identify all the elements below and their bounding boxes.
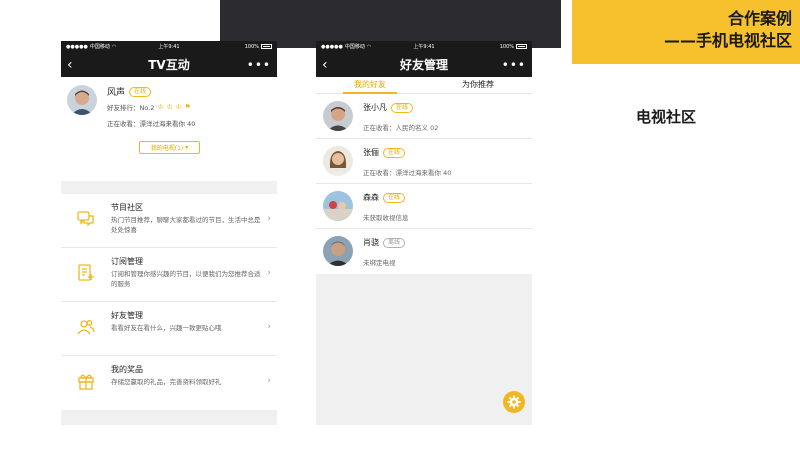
- settings-button[interactable]: [503, 391, 525, 413]
- friend-name: 森森: [363, 193, 379, 202]
- trophy-icon: ♔: [157, 102, 164, 111]
- menu-item-title: 好友管理: [111, 311, 143, 320]
- menu-item-program-community[interactable]: 节目社区 热门节目推荐，聊聊大家都看过的节目，生活中总是处处惊喜 ›: [61, 194, 277, 248]
- more-icon[interactable]: •••: [502, 58, 526, 72]
- friend-name-row: 森森 在线: [363, 192, 406, 203]
- friend-watching: 未获取收视信息: [363, 214, 409, 222]
- trophy-icon: ♔: [166, 102, 173, 111]
- menu-item-desc: 热门节目推荐，聊聊大家都看过的节目，生活中总是处处惊喜: [111, 216, 261, 234]
- menu-item-title: 订阅管理: [111, 257, 143, 266]
- friend-watching: 正在收看：漂洋过海来看你 40: [363, 169, 452, 177]
- menu-item-my-prizes[interactable]: 我的奖品 存储您赢取的礼品，完善资料领取好礼 ›: [61, 356, 277, 410]
- slide-title-line1: 合作案例: [727, 9, 792, 28]
- friend-rank-label: 好友排行：No.2: [107, 104, 155, 112]
- chevron-right-icon: ›: [267, 214, 271, 224]
- profile-card: 风声 在线 好友排行：No.2 ♔ ♔ ♔ ⚑ 正在收看：漂洋过海来看你 40 …: [61, 77, 277, 181]
- friend-name: 张俪: [363, 148, 379, 157]
- battery-icon: [261, 44, 272, 49]
- avatar: [323, 101, 353, 131]
- phone-friend-management: ●●●●● 中国移动 ◠ 上午9:41 100% ‹ 好友管理 ••• 我的好友…: [316, 41, 532, 425]
- clock-label: 上午9:41: [413, 44, 435, 50]
- list-item[interactable]: 张小凡 在线 正在收看：人民的名义 02: [316, 94, 532, 139]
- title-block: 合作案例 ——手机电视社区: [572, 0, 800, 64]
- gift-icon: [78, 374, 94, 390]
- status-bar: ●●●●● 中国移动 ◠ 上午9:41 100%: [61, 41, 277, 52]
- avatar: [323, 146, 353, 176]
- status-badge: 在线: [129, 86, 152, 97]
- friend-name: 肖骁: [363, 238, 379, 247]
- phone-tv-interaction: ●●●●● 中国移动 ◠ 上午9:41 100% ‹ TV互动 ••• 风声 在…: [61, 41, 277, 425]
- list-item[interactable]: 肖骁 离线 未绑定电视: [316, 229, 532, 274]
- feature-menu: 节目社区 热门节目推荐，聊聊大家都看过的节目，生活中总是处处惊喜 › 订阅管理 …: [61, 194, 277, 410]
- status-badge: 在线: [383, 192, 406, 203]
- profile-name-row: 风声 在线: [107, 85, 152, 98]
- subscribe-list-icon: [78, 264, 94, 281]
- nav-bar: ‹ TV互动 •••: [61, 52, 277, 77]
- status-bar: ●●●●● 中国移动 ◠ 上午9:41 100%: [316, 41, 532, 52]
- friends-icon: [77, 320, 95, 335]
- chevron-right-icon: ›: [267, 322, 271, 332]
- friend-rank-row: 好友排行：No.2 ♔ ♔ ♔ ⚑: [107, 102, 191, 112]
- tab-my-friends[interactable]: 我的好友: [316, 77, 424, 94]
- chevron-right-icon: ›: [267, 268, 271, 278]
- trophy-icon: ♔: [175, 102, 182, 111]
- slide-title-line2: ——手机电视社区: [663, 31, 792, 50]
- gear-icon: [507, 395, 521, 409]
- chat-bubbles-icon: [77, 211, 94, 227]
- status-badge: 在线: [391, 102, 414, 113]
- more-icon[interactable]: •••: [247, 58, 271, 72]
- profile-name: 风声: [107, 88, 126, 98]
- tab-bar: 我的好友 为你推荐: [316, 77, 532, 94]
- chevron-right-icon: ›: [267, 376, 271, 386]
- divider: [61, 181, 277, 194]
- menu-item-friend-management[interactable]: 好友管理 看看好友在看什么，兴趣一致更贴心哦 ›: [61, 302, 277, 356]
- friend-name-row: 肖骁 离线: [363, 237, 406, 248]
- my-tv-button-label: 我的电视(1): [150, 145, 184, 152]
- back-icon[interactable]: ‹: [322, 58, 328, 72]
- avatar: [323, 191, 353, 221]
- nav-title: 好友管理: [399, 58, 448, 72]
- menu-item-title: 我的奖品: [111, 365, 143, 374]
- status-badge: 离线: [383, 237, 406, 248]
- menu-item-subscription[interactable]: 订阅管理 订阅和管理你感兴趣的节目，以便我们为您推荐合适的服务 ›: [61, 248, 277, 302]
- menu-item-title: 节目社区: [111, 203, 143, 212]
- battery-icon: [516, 44, 527, 49]
- avatar[interactable]: [67, 85, 97, 115]
- slide-title: 合作案例 ——手机电视社区: [492, 8, 792, 52]
- menu-item-desc: 订阅和管理你感兴趣的节目，以便我们为您推荐合适的服务: [111, 270, 261, 288]
- tab-recommended[interactable]: 为你推荐: [424, 77, 532, 93]
- friend-watching: 未绑定电视: [363, 259, 396, 267]
- my-tv-button[interactable]: 我的电视(1) ▾: [139, 141, 200, 154]
- menu-item-desc: 存储您赢取的礼品，完善资料领取好礼: [111, 378, 222, 386]
- friend-watching: 正在收看：人民的名义 02: [363, 124, 439, 132]
- friend-list: 张小凡 在线 正在收看：人民的名义 02 张俪 在线 正在收看：漂洋过海来看你 …: [316, 94, 532, 274]
- friend-name: 张小凡: [363, 103, 387, 112]
- status-badge: 在线: [383, 147, 406, 158]
- section-label: 电视社区: [636, 108, 697, 126]
- friend-name-row: 张小凡 在线: [363, 102, 414, 113]
- list-item[interactable]: 张俪 在线 正在收看：漂洋过海来看你 40: [316, 139, 532, 184]
- nav-title: TV互动: [148, 58, 190, 72]
- caret-down-icon: ▾: [185, 144, 189, 151]
- clock-label: 上午9:41: [158, 44, 180, 50]
- back-icon[interactable]: ‹: [67, 58, 73, 72]
- list-item[interactable]: 森森 在线 未获取收视信息: [316, 184, 532, 229]
- now-watching: 正在收看：漂洋过海来看你 40: [107, 120, 196, 128]
- nav-bar: ‹ 好友管理 •••: [316, 52, 532, 77]
- friend-name-row: 张俪 在线: [363, 147, 406, 158]
- menu-item-desc: 看看好友在看什么，兴趣一致更贴心哦: [111, 324, 222, 332]
- avatar: [323, 236, 353, 266]
- flag-icon: ⚑: [184, 102, 191, 111]
